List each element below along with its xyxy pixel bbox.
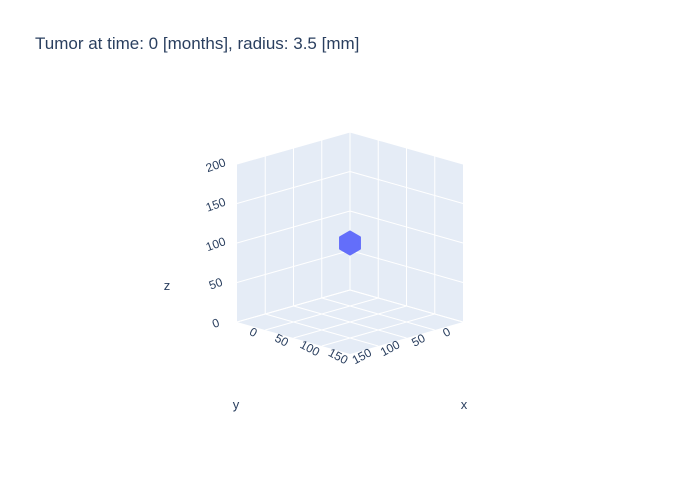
z-tick-label: 50: [207, 275, 225, 293]
3d-scene[interactable]: 0 50 100 150050100150050100150200 x y z: [0, 0, 700, 500]
y-tick-label: 0: [440, 324, 453, 340]
x-tick-label: 0: [247, 325, 260, 341]
z-tick-label: 0: [210, 315, 221, 331]
z-tick-label: 150: [204, 195, 228, 215]
z-tick-label: 100: [204, 234, 228, 254]
z-tick-label: 200: [204, 155, 228, 175]
z-axis-label: z: [164, 278, 171, 293]
y-axis-label: y: [233, 397, 240, 412]
x-axis-label: x: [461, 397, 468, 412]
tumor-mesh-0: [339, 230, 361, 256]
scene-marks: [339, 230, 361, 256]
